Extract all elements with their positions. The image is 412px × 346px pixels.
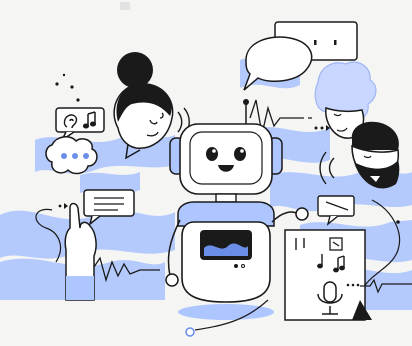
connector-end-circle bbox=[185, 327, 195, 337]
music-panel bbox=[284, 229, 366, 321]
robot-hand-right bbox=[295, 207, 309, 221]
illustration-canvas bbox=[0, 0, 412, 346]
connector-dot bbox=[396, 220, 400, 224]
robot-face-screen bbox=[189, 131, 263, 185]
robot-eye-right bbox=[234, 147, 246, 161]
panel-dots bbox=[346, 283, 360, 287]
robot-hand-left bbox=[165, 273, 179, 287]
tiny-square-decoration bbox=[120, 2, 130, 10]
hair-bun bbox=[117, 52, 153, 88]
ai-voice-illustration bbox=[0, 0, 412, 346]
robot-eye-left bbox=[206, 147, 218, 161]
